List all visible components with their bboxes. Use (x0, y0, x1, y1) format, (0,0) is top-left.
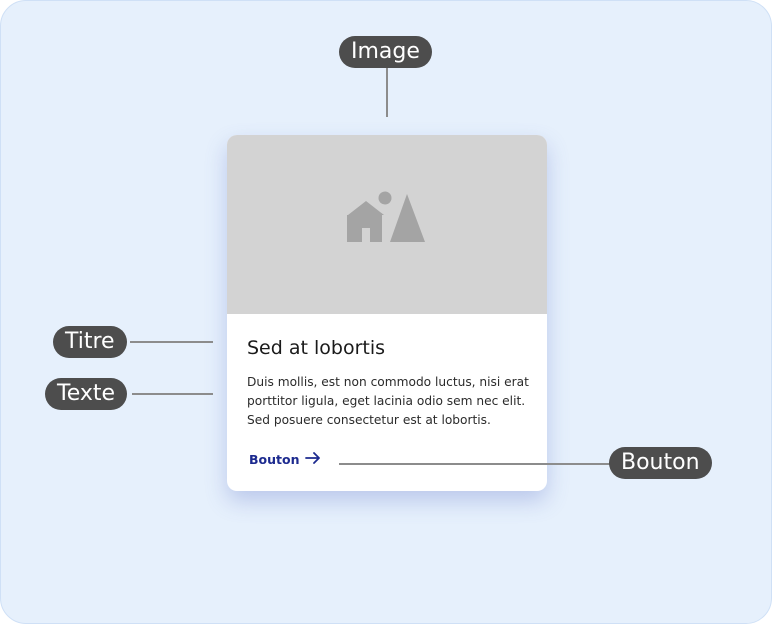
callout-titre: Titre (53, 326, 127, 358)
leader-line-texte (132, 393, 213, 395)
callout-bouton: Bouton (609, 447, 712, 479)
diagram-canvas: Sed at lobortis Duis mollis, est non com… (0, 0, 772, 624)
callout-texte: Texte (45, 378, 128, 410)
leader-line-bouton (339, 463, 610, 465)
image-placeholder-icon (346, 190, 426, 249)
arrow-right-icon (305, 452, 321, 467)
card-button-label: Bouton (249, 452, 300, 467)
card-text: Duis mollis, est non commodo luctus, nis… (247, 375, 529, 427)
card-title: Sed at lobortis (247, 337, 386, 359)
card: Sed at lobortis Duis mollis, est non com… (227, 135, 547, 491)
leader-line-titre (130, 341, 213, 343)
leader-line-image (386, 68, 388, 117)
card-button[interactable]: Bouton (249, 452, 321, 467)
card-image-placeholder (227, 135, 547, 314)
callout-image: Image (339, 36, 432, 68)
